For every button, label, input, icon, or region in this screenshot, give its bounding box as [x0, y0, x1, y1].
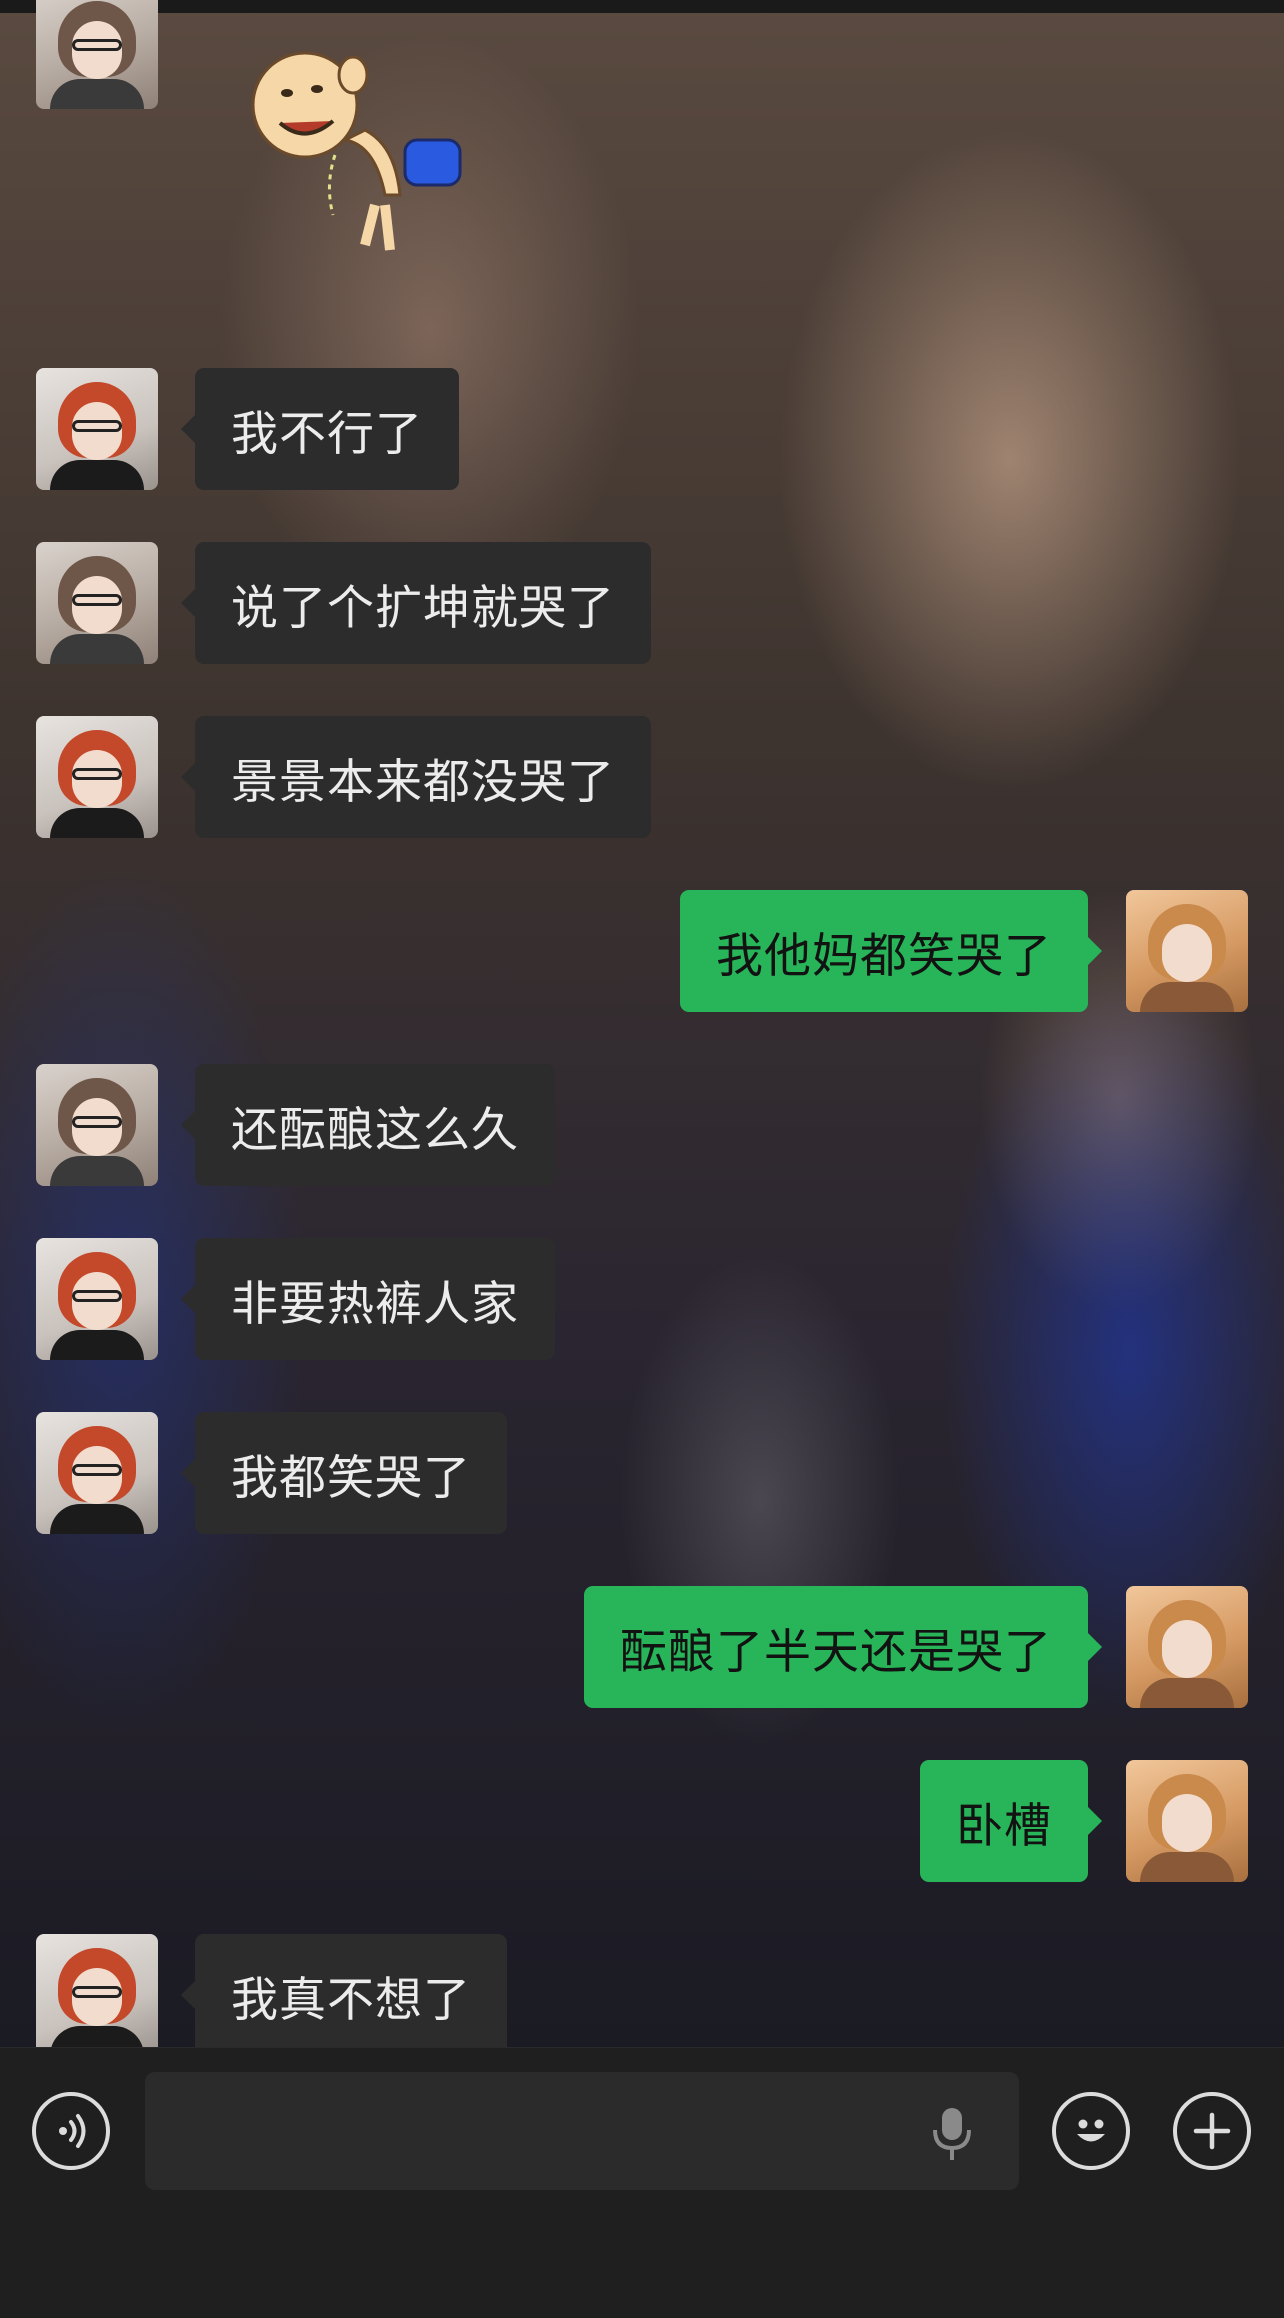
status-strip — [0, 0, 1284, 13]
emoji-icon — [1077, 2119, 1105, 2142]
voice-toggle-icon — [59, 2114, 86, 2148]
avatar-glasses-user[interactable] — [36, 0, 158, 109]
message-bubble-outgoing[interactable]: 我他妈都笑哭了 — [680, 890, 1102, 1012]
message-bubble-incoming[interactable]: 我真不想了 — [181, 1934, 507, 2047]
avatar-glasses-user[interactable] — [36, 1064, 158, 1186]
avatar-self[interactable] — [1126, 1760, 1248, 1882]
message-input[interactable] — [145, 2072, 1019, 2190]
voice-toggle-button[interactable] — [32, 2092, 110, 2170]
avatar-red-hair-user[interactable] — [36, 368, 158, 490]
message-bubble-incoming[interactable]: 还酝酿这么久 — [181, 1064, 555, 1186]
avatar-red-hair-user[interactable] — [36, 1934, 158, 2047]
avatar-self[interactable] — [1126, 890, 1248, 1012]
message-bubble-incoming[interactable]: 非要热裤人家 — [181, 1238, 555, 1360]
message-bubble-incoming[interactable]: 说了个扩坤就哭了 — [181, 542, 651, 664]
plus-icon — [1193, 2112, 1231, 2150]
avatar-red-hair-user[interactable] — [36, 1238, 158, 1360]
message-bubble-incoming[interactable]: 我都笑哭了 — [181, 1412, 507, 1534]
cartoon-peeing-boy-sticker[interactable] — [225, 45, 465, 255]
microphone-icon[interactable] — [930, 2106, 974, 2162]
message-bubble-incoming[interactable]: 我不行了 — [181, 368, 459, 490]
input-bar — [0, 2047, 1284, 2318]
emoji-button[interactable] — [1052, 2092, 1130, 2170]
message-bubble-outgoing[interactable]: 卧槽 — [920, 1760, 1102, 1882]
avatar-red-hair-user[interactable] — [36, 716, 158, 838]
message-bubble-outgoing[interactable]: 酝酿了半天还是哭了 — [584, 1586, 1102, 1708]
chat-message-area[interactable]: 我不行了 说了个扩坤就哭了 景景本来都没哭了 我他妈都笑哭了 还酝酿这么久 非要… — [0, 0, 1284, 2047]
avatar-glasses-user[interactable] — [36, 542, 158, 664]
avatar-self[interactable] — [1126, 1586, 1248, 1708]
message-bubble-incoming[interactable]: 景景本来都没哭了 — [181, 716, 651, 838]
avatar-red-hair-user[interactable] — [36, 1412, 158, 1534]
more-options-button[interactable] — [1173, 2092, 1251, 2170]
